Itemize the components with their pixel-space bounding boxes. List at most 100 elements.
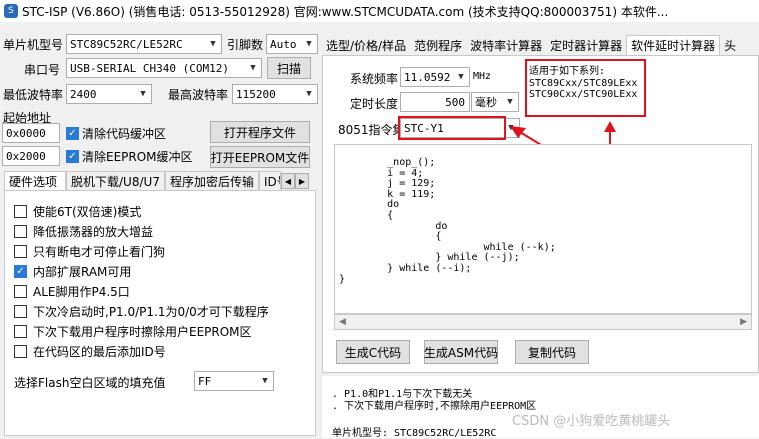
checkbox-unchecked-icon[interactable] <box>14 284 27 298</box>
hardware-option-label: 在代码区的最后添加ID号 <box>33 344 166 359</box>
code-address-input[interactable]: 0x0000 <box>2 123 60 143</box>
annotation-arrowhead-up <box>604 121 616 132</box>
hardware-option-1[interactable]: 降低振荡器的放大增益 <box>14 221 314 241</box>
checkbox-checked-icon[interactable]: ✓ <box>66 127 79 140</box>
scan-button[interactable]: 扫描 <box>267 57 311 79</box>
fill-value-label: 选择Flash空白区域的填充值 <box>14 376 166 390</box>
checkbox-unchecked-icon[interactable] <box>14 204 27 218</box>
hardware-option-7[interactable]: 在代码区的最后添加ID号 <box>14 341 314 361</box>
chevron-down-icon: ▼ <box>306 89 312 99</box>
hardware-options-list: 使能6T(双倍速)模式 降低振荡器的放大增益 只有断电才可停止看门狗 ✓ 内部扩展RAM… <box>14 201 314 361</box>
delay-length-input[interactable]: 500 <box>400 92 470 112</box>
clear-code-option[interactable]: ✓ 清除代码缓冲区 <box>66 125 166 142</box>
checkbox-unchecked-icon[interactable] <box>14 244 27 258</box>
hardware-option-label: 下次冷启动时,P1.0/P1.1为0/0才可下载程序 <box>33 304 269 319</box>
scroll-left-icon[interactable]: ◀ <box>339 317 346 327</box>
title-bar: S STC-ISP (V6.86O) (销售电话: 0513-55012928)… <box>0 0 759 22</box>
note-1: . P1.0和P1.1与下次下载无关 <box>332 389 473 400</box>
pin-count-select[interactable]: Auto ▼ <box>266 34 318 54</box>
tab-offline-download[interactable]: 脱机下载/U8/U7 <box>66 171 165 191</box>
open-program-button[interactable]: 打开程序文件 <box>210 121 310 143</box>
bottom-mcu-type: 单片机型号: STC89C52RC/LE52RC <box>332 428 497 439</box>
hardware-option-4[interactable]: ALE脚用作P4.5口 <box>14 281 314 301</box>
tab-header[interactable]: 头 <box>720 35 741 55</box>
window-title: STC-ISP (V6.86O) (销售电话: 0513-55012928) 官… <box>22 4 669 19</box>
hardware-option-6[interactable]: 下次下载用户程序时擦除用户EEPROM区 <box>14 321 314 341</box>
clear-eeprom-label: 清除EEPROM缓冲区 <box>82 150 193 164</box>
sys-freq-select[interactable]: 11.0592 ▼ <box>400 67 470 87</box>
hardware-option-3[interactable]: ✓ 内部扩展RAM可用 <box>14 261 314 281</box>
tab-timer-calculator[interactable]: 定时器计算器 <box>546 35 627 55</box>
tab-id[interactable]: ID号 <box>258 171 281 191</box>
open-eeprom-button[interactable]: 打开EEPROM文件 <box>210 146 310 168</box>
watermark: CSDN @小狗爱吃黄桃罐头 <box>512 414 671 429</box>
min-baud-value: 2400 <box>70 87 97 101</box>
max-baud-label: 最高波特率 <box>168 88 229 102</box>
pin-count-label: 引脚数 <box>227 38 264 52</box>
delay-unit-value: 毫秒 <box>475 96 497 109</box>
notes-list: . P1.0和P1.1与下次下载无关 . 下次下载用户程序时,不擦除用户EEPR… <box>322 376 759 413</box>
checkbox-unchecked-icon[interactable] <box>14 224 27 238</box>
highlight-box-instruction-set <box>398 116 506 140</box>
min-baud-label: 最低波特率 <box>3 88 64 102</box>
hardware-option-label: 只有断电才可停止看门狗 <box>33 244 166 259</box>
tab-scroll-left-icon[interactable]: ◀ <box>280 173 295 189</box>
tab-scroll-right-icon[interactable]: ▶ <box>294 173 309 189</box>
checkbox-checked-icon[interactable]: ✓ <box>14 264 27 278</box>
hardware-option-label: 内部扩展RAM可用 <box>33 264 132 279</box>
code-output-area[interactable]: _nop_(); i = 4; j = 129; k = 119; do { d… <box>334 144 752 314</box>
clear-eeprom-option[interactable]: ✓ 清除EEPROM缓冲区 <box>66 148 193 165</box>
port-label: 串口号 <box>24 63 61 77</box>
tab-delay-calculator[interactable]: 软件延时计算器 <box>626 35 721 55</box>
hardware-option-0[interactable]: 使能6T(双倍速)模式 <box>14 201 314 221</box>
generate-c-button[interactable]: 生成C代码 <box>336 340 410 364</box>
hardware-option-label: ALE脚用作P4.5口 <box>33 284 130 299</box>
highlight-box-series <box>525 59 646 117</box>
right-tab-bar: 选型/价格/样品 范例程序 波特率计算器 定时器计算器 软件延时计算器 头 <box>322 35 759 55</box>
max-baud-select[interactable]: 115200 ▼ <box>232 84 318 104</box>
max-baud-value: 115200 <box>236 87 276 101</box>
chevron-down-icon: ▼ <box>140 89 146 99</box>
tab-encrypted-transfer[interactable]: 程序加密后传输 <box>164 171 259 191</box>
sys-freq-unit: MHz <box>473 71 492 82</box>
annotation-arrowhead-left <box>510 126 526 138</box>
checkbox-unchecked-icon[interactable] <box>14 304 27 318</box>
fill-value: FF <box>198 374 212 388</box>
pin-count-value: Auto <box>270 37 297 51</box>
mcu-type-value: STC89C52RC/LE52RC <box>70 37 183 51</box>
scroll-right-icon[interactable]: ▶ <box>740 317 747 327</box>
tab-baud-calculator[interactable]: 波特率计算器 <box>466 35 547 55</box>
checkbox-unchecked-icon[interactable] <box>14 324 27 338</box>
tab-selection-price[interactable]: 选型/价格/样品 <box>322 35 411 55</box>
sys-freq-label: 系统频率 <box>350 72 399 86</box>
mcu-type-select[interactable]: STC89C52RC/LE52RC ▼ <box>66 34 222 54</box>
left-tab-bar: 硬件选项 脱机下载/U8/U7 程序加密后传输 ID号 ◀ ▶ <box>4 171 316 191</box>
hardware-option-5[interactable]: 下次冷启动时,P1.0/P1.1为0/0才可下载程序 <box>14 301 314 321</box>
tab-sample-programs[interactable]: 范例程序 <box>410 35 467 55</box>
fill-value-select[interactable]: FF ▼ <box>194 371 274 391</box>
app-logo-icon: S <box>4 4 18 18</box>
hardware-option-label: 使能6T(双倍速)模式 <box>33 204 142 219</box>
min-baud-select[interactable]: 2400 ▼ <box>66 84 152 104</box>
checkbox-checked-icon[interactable]: ✓ <box>66 150 79 163</box>
generated-code: _nop_(); i = 4; j = 129; k = 119; do { d… <box>339 157 556 285</box>
hardware-option-2[interactable]: 只有断电才可停止看门狗 <box>14 241 314 261</box>
chevron-down-icon: ▼ <box>210 39 216 49</box>
checkbox-unchecked-icon[interactable] <box>14 344 27 358</box>
code-horizontal-scrollbar[interactable]: ◀ ▶ <box>334 314 752 330</box>
chevron-down-icon: ▼ <box>262 376 268 386</box>
copy-code-button[interactable]: 复制代码 <box>515 340 589 364</box>
delay-unit-select[interactable]: 毫秒 ▼ <box>471 92 519 112</box>
chevron-down-icon: ▼ <box>250 63 256 73</box>
generate-asm-button[interactable]: 生成ASM代码 <box>424 340 498 364</box>
port-select[interactable]: USB-SERIAL CH340 (COM12) ▼ <box>66 58 262 78</box>
port-value: USB-SERIAL CH340 (COM12) <box>70 61 229 75</box>
chevron-down-icon: ▼ <box>306 39 312 49</box>
hardware-option-label: 降低振荡器的放大增益 <box>33 224 154 239</box>
delay-length-label: 定时长度 <box>350 97 399 111</box>
tab-hardware-options[interactable]: 硬件选项 <box>4 171 66 191</box>
sys-freq-value: 11.0592 <box>404 70 451 84</box>
instruction-set-label: 8051指令集 <box>338 123 405 137</box>
eeprom-address-input[interactable]: 0x2000 <box>2 146 60 166</box>
chevron-down-icon: ▼ <box>458 72 464 82</box>
